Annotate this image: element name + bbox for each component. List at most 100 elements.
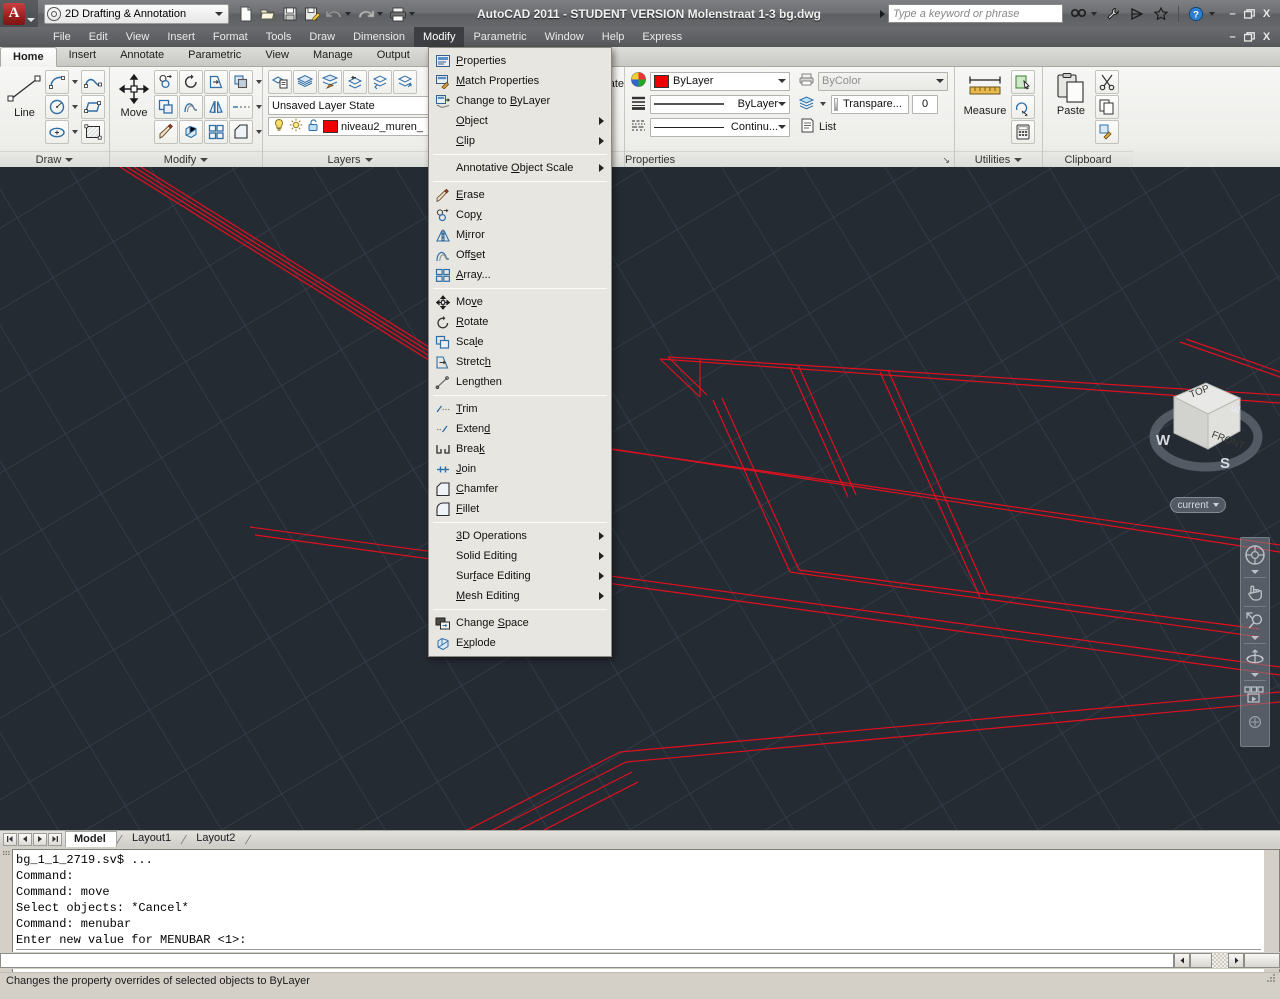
menu-format[interactable]: Format [204,27,257,47]
erase-button[interactable] [154,120,178,144]
menu-window[interactable]: Window [536,27,593,47]
hatch-button[interactable] [81,120,105,144]
menu-item-fillet[interactable]: Fillet [429,499,611,519]
fillet-dropdown-arrow-icon[interactable] [256,105,262,109]
panel-title-modify[interactable]: Modify [110,151,262,167]
search-input[interactable]: Type a keyword or phrase [888,4,1063,23]
layer-properties-button[interactable] [268,70,292,94]
zoom-icon[interactable] [1242,608,1268,634]
menu-insert[interactable]: Insert [158,27,204,47]
menu-item-match-properties[interactable]: Match Properties [429,71,611,91]
trim-button[interactable] [229,70,253,94]
layer-match-button[interactable] [293,70,317,94]
menu-parametric[interactable]: Parametric [464,27,535,47]
transparency-input[interactable]: Transpare... [831,94,909,114]
menu-item-explode[interactable]: Explode [429,633,611,653]
layer-previous-button[interactable] [343,70,367,94]
menu-draw[interactable]: Draw [300,27,344,47]
orbit-icon[interactable] [1242,645,1268,671]
showmotion-icon[interactable] [1242,682,1268,708]
save-as-icon[interactable] [301,3,322,24]
minimize-button[interactable]: – [1224,4,1241,24]
viewcube[interactable]: W S TOP FRONT E [1148,365,1268,498]
doc-minimize-button[interactable]: – [1224,28,1241,46]
menu-item-break[interactable]: Break [429,439,611,459]
paste-button[interactable]: Paste [1047,70,1095,117]
panel-title-properties[interactable]: Properties ↘ [625,151,954,167]
hscroll-thumb[interactable] [1190,953,1212,968]
tab-model[interactable]: Model [65,831,117,847]
trim-dropdown-arrow-icon[interactable] [256,80,262,84]
menu-file[interactable]: File [44,27,80,47]
menu-dimension[interactable]: Dimension [344,27,414,47]
chamfer-button[interactable] [229,120,253,144]
mirror-button[interactable] [204,95,228,119]
lightbulb-icon[interactable] [272,118,286,135]
chevron-down-icon[interactable] [1209,11,1215,16]
menu-item-offset[interactable]: Offset [429,245,611,265]
save-icon[interactable] [279,3,300,24]
quick-select-button[interactable] [1011,70,1035,94]
linetype-combobox[interactable]: Continu... [650,117,790,137]
pan-icon[interactable] [1242,579,1268,605]
panel-title-draw[interactable]: Draw [0,151,109,167]
copy-button[interactable] [154,70,178,94]
menu-item-array[interactable]: Array... [429,265,611,285]
menu-help[interactable]: Help [593,27,634,47]
quick-calc-pick-button[interactable] [1011,95,1035,119]
tab-insert[interactable]: Insert [57,46,109,66]
new-icon[interactable] [235,3,256,24]
chevron-down-icon[interactable] [1251,636,1259,640]
ucs-selector-dropdown[interactable]: current [1170,497,1226,513]
menu-tools[interactable]: Tools [257,27,301,47]
offset-button[interactable] [179,95,203,119]
undo-icon[interactable] [323,3,344,24]
menu-item-mesh-editing[interactable]: Mesh Editing [429,586,611,606]
tab-output[interactable]: Output [365,46,422,66]
line-button[interactable]: Line [4,70,45,119]
search-icon[interactable] [1067,3,1089,25]
tab-home[interactable]: Home [0,47,57,67]
menu-item-extend[interactable]: Extend [429,419,611,439]
chevron-down-icon[interactable] [1091,11,1097,16]
array-button[interactable] [204,120,228,144]
chamfer-dropdown-arrow-icon[interactable] [256,130,262,134]
menu-item-rotate[interactable]: Rotate [429,312,611,332]
chevron-down-icon[interactable] [409,11,415,16]
measure-button[interactable]: Measure [959,70,1011,117]
tab-layout1[interactable]: Layout1 [124,831,181,847]
layer-unisolate-button[interactable] [393,70,417,94]
menu-item-move[interactable]: Move [429,292,611,312]
chevron-down-icon[interactable] [1251,570,1259,574]
favorites-star-icon[interactable] [1150,3,1172,25]
tab-parametric[interactable]: Parametric [176,46,253,66]
menu-item-scale[interactable]: Scale [429,332,611,352]
match-properties-clip-button[interactable] [1095,120,1119,144]
layer-color-swatch[interactable] [323,120,338,133]
chevron-down-icon[interactable] [820,102,826,106]
panel-title-layers[interactable]: Layers [263,151,437,167]
calculator-button[interactable] [1011,120,1035,144]
workspace-selector[interactable]: 2D Drafting & Annotation [44,3,229,24]
menu-item-properties[interactable]: Properties [429,51,611,71]
open-icon[interactable] [257,3,278,24]
menu-edit[interactable]: Edit [80,27,117,47]
menu-item-solid-editing[interactable]: Solid Editing [429,546,611,566]
layer-isolate-button[interactable] [368,70,392,94]
cut-button[interactable] [1095,70,1119,94]
menu-item-join[interactable]: Join [429,459,611,479]
drawing-canvas[interactable]: W S TOP FRONT E current [0,167,1280,830]
resize-grip[interactable] [1265,972,1277,987]
chevron-down-icon[interactable] [345,11,351,16]
communication-center-icon[interactable] [1126,3,1148,25]
redo-icon[interactable] [355,3,376,24]
fillet-button[interactable] [229,95,253,119]
exchange-wrench-icon[interactable] [1102,3,1124,25]
help-icon[interactable]: ? [1185,3,1207,25]
menu-item-mirror[interactable]: Mirror [429,225,611,245]
tab-layout2[interactable]: Layout2 [188,831,245,847]
application-menu-button[interactable]: A [0,0,38,27]
polyline-button[interactable] [81,70,105,94]
hscroll-track[interactable] [0,953,1174,968]
scale-button[interactable] [154,95,178,119]
